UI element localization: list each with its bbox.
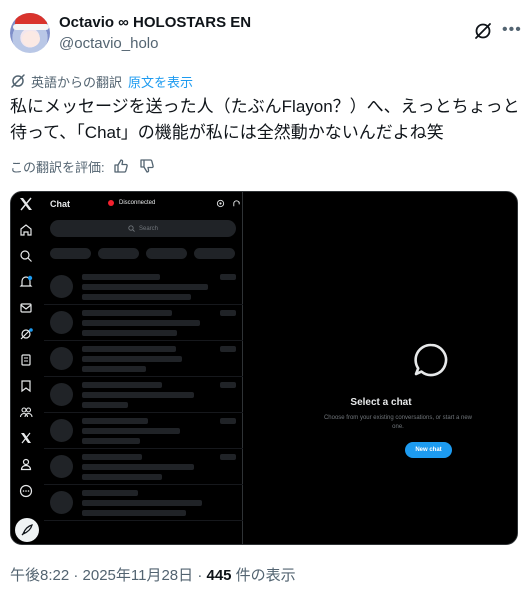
timestamp[interactable]: 午後8:22 · 2025年11月28日 · (10, 567, 206, 584)
text-skeleton (220, 382, 236, 388)
messages-icon (20, 303, 32, 313)
search-icon (20, 250, 32, 262)
compose-post-button (15, 518, 39, 542)
text-skeleton (82, 418, 148, 424)
profile-icon (20, 458, 32, 471)
filter-pill (146, 248, 187, 259)
grok-icon[interactable] (473, 21, 493, 41)
communities-icon (19, 407, 33, 418)
text-skeleton (82, 474, 162, 480)
chat-list-panel: Chat Disconnected Search (44, 192, 243, 544)
text-skeleton (220, 274, 236, 280)
text-skeleton (82, 356, 182, 362)
chat-list-item-placeholder (44, 341, 243, 377)
tweet-meta: 午後8:22 · 2025年11月28日 · 445 件の表示 (10, 564, 296, 585)
chat-bubble-icon (414, 343, 448, 377)
notifications-icon (19, 275, 33, 287)
text-skeleton (82, 428, 180, 434)
text-skeleton (82, 464, 194, 470)
status-dot (108, 200, 114, 206)
text-skeleton (82, 392, 194, 398)
text-skeleton (82, 310, 172, 316)
text-skeleton (82, 284, 208, 290)
translation-label: 英語からの翻訳 (31, 74, 123, 90)
tweet-header: Octavio ∞ HOLOSTARS EN @octavio_holo ••• (0, 0, 529, 62)
view-count: 445 (206, 567, 232, 584)
translation-row: 英語からの翻訳 原文を表示 (10, 72, 193, 90)
new-message-icon (233, 200, 240, 207)
avatar-placeholder (50, 347, 73, 370)
text-skeleton (82, 346, 176, 352)
premium-x-icon (21, 432, 31, 444)
new-chat-button: New chat (405, 442, 452, 458)
rate-translation-label: この翻訳を評価: (10, 159, 105, 175)
text-skeleton (82, 330, 177, 336)
text-skeleton (82, 382, 162, 388)
text-skeleton (82, 402, 128, 408)
tweet-text: 私にメッセージを送った人（たぶんFlayon？）へ、えっとちょっと待って、「Ch… (10, 97, 520, 142)
embedded-screenshot[interactable]: Chat Disconnected Search Select a chat C… (10, 191, 518, 545)
filter-pill (98, 248, 139, 259)
bookmarks-icon (21, 380, 31, 393)
views-label: 件の表示 (231, 567, 296, 584)
avatar-placeholder (50, 311, 73, 334)
text-skeleton (82, 366, 146, 372)
avatar-placeholder (50, 491, 73, 514)
text-skeleton (220, 454, 236, 460)
select-chat-title: Select a chat (350, 397, 412, 408)
avatar-placeholder (50, 455, 73, 478)
grok-icon (20, 328, 33, 340)
avatar-placeholder (50, 383, 73, 406)
show-original-link[interactable]: 原文を表示 (128, 72, 193, 91)
text-skeleton (82, 274, 160, 280)
home-icon (20, 224, 32, 236)
text-skeleton (82, 500, 202, 506)
author-name[interactable]: Octavio ∞ HOLOSTARS EN (59, 14, 251, 31)
search-placeholder: Search (138, 225, 158, 232)
text-skeleton (82, 294, 191, 300)
text-skeleton (82, 490, 138, 496)
feather-icon (21, 524, 33, 536)
thumbs-up-icon[interactable] (113, 158, 129, 174)
grok-translate-icon (11, 74, 25, 88)
text-skeleton (82, 320, 200, 326)
hat-band-shape (13, 24, 49, 30)
face-shape (22, 31, 40, 47)
avatar-placeholder (50, 419, 73, 442)
x-logo-icon (20, 197, 32, 211)
chat-main-area: Select a chat Choose from your existing … (243, 192, 517, 544)
text-skeleton (82, 438, 140, 444)
more-options-icon[interactable]: ••• (502, 20, 522, 40)
text-skeleton (220, 418, 236, 424)
filter-pill (194, 248, 235, 259)
avatar[interactable] (10, 13, 50, 53)
settings-gear-icon (216, 199, 225, 208)
author-handle[interactable]: @octavio_holo (59, 35, 158, 52)
more-circle-icon (19, 484, 33, 498)
nav-rail (11, 192, 44, 544)
chat-list-item-placeholder (44, 377, 243, 413)
filter-pills (50, 248, 236, 259)
text-skeleton (82, 510, 186, 516)
connection-status-label: Disconnected (119, 200, 156, 206)
thumbs-down-icon[interactable] (139, 158, 155, 174)
connection-status: Disconnected (108, 200, 155, 206)
avatar-placeholder (50, 275, 73, 298)
search-icon (128, 225, 135, 232)
text-skeleton (220, 346, 236, 352)
chat-list-item-placeholder (44, 449, 243, 485)
filter-pill (50, 248, 91, 259)
chat-list-item-placeholder (44, 305, 243, 341)
text-skeleton (82, 454, 142, 460)
rate-translation-row: この翻訳を評価: (10, 156, 155, 176)
select-chat-subtitle: Choose from your existing conversations,… (323, 415, 473, 430)
chat-list-item-placeholder (44, 485, 243, 521)
chat-panel-title: Chat (50, 199, 70, 209)
text-skeleton (220, 310, 236, 316)
chat-list-item-placeholder (44, 269, 243, 305)
chat-list-item-placeholder (44, 413, 243, 449)
lists-icon (21, 354, 31, 366)
chat-search-input: Search (50, 220, 236, 237)
